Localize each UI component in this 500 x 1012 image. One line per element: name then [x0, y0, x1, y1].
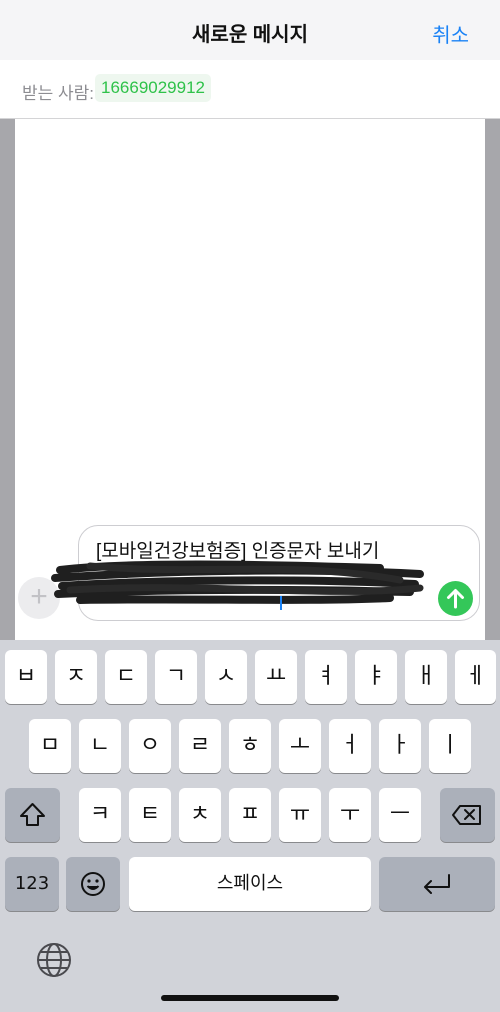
return-icon [424, 874, 450, 894]
korean-keyboard: ㅂ ㅈ ㄷ ㄱ ㅅ ㅛ ㅕ ㅑ ㅐ ㅔ ㅁ ㄴ ㅇ ㄹ ㅎ ㅗ ㅓ ㅏ ㅣ ㅋ … [0, 640, 500, 1012]
shift-icon [20, 803, 45, 826]
key-row3[interactable]: ㅠ [279, 788, 321, 842]
key-row2[interactable]: ㄴ [79, 719, 121, 773]
key-row2[interactable]: ㄹ [179, 719, 221, 773]
key-row3[interactable]: ㅡ [379, 788, 421, 842]
numbers-key[interactable]: 123 [5, 857, 59, 911]
key-row1[interactable]: ㅑ [355, 650, 397, 704]
emoji-key[interactable] [66, 857, 120, 911]
backspace-key[interactable] [440, 788, 495, 842]
new-message-screen: 새로운 메시지 취소 받는 사람: 16669029912 + [모바일건강보험… [0, 0, 500, 1012]
globe-icon[interactable] [35, 941, 73, 979]
cancel-button[interactable]: 취소 [432, 19, 469, 48]
page-title: 새로운 메시지 [192, 24, 308, 46]
key-row1[interactable]: ㄷ [105, 650, 147, 704]
key-row3[interactable]: ㅊ [179, 788, 221, 842]
key-row3[interactable]: ㅜ [329, 788, 371, 842]
key-row2[interactable]: ㅎ [229, 719, 271, 773]
key-row1[interactable]: ㅔ [455, 650, 496, 704]
key-row1[interactable]: ㄱ [155, 650, 197, 704]
redaction-scribble [51, 560, 424, 604]
recipient-chip[interactable]: 16669029912 [95, 74, 212, 102]
key-row1[interactable]: ㅕ [305, 650, 347, 704]
key-row1[interactable]: ㅂ [5, 650, 47, 704]
recipient-row[interactable]: 받는 사람: 16669029912 [0, 60, 500, 119]
key-row2[interactable]: ㅓ [329, 719, 371, 773]
key-row1[interactable]: ㅅ [205, 650, 247, 704]
recipient-label: 받는 사람: [22, 84, 95, 103]
key-row3[interactable]: ㅌ [129, 788, 171, 842]
key-row2[interactable]: ㅣ [429, 719, 471, 773]
key-row1[interactable]: ㅐ [405, 650, 447, 704]
key-row3[interactable]: ㅋ [79, 788, 121, 842]
key-row2[interactable]: ㅗ [279, 719, 321, 773]
send-icon [447, 589, 464, 609]
text-cursor [280, 596, 282, 610]
key-row2[interactable]: ㅁ [29, 719, 71, 773]
header-bar: 새로운 메시지 취소 [0, 0, 500, 60]
return-key[interactable] [379, 857, 495, 911]
key-row2[interactable]: ㅏ [379, 719, 421, 773]
key-row1[interactable]: ㅈ [55, 650, 97, 704]
key-row3[interactable]: ㅍ [229, 788, 271, 842]
home-indicator [161, 995, 339, 1001]
backspace-icon [452, 805, 481, 825]
send-button[interactable] [438, 581, 473, 616]
emoji-icon [81, 872, 105, 896]
key-row2[interactable]: ㅇ [129, 719, 171, 773]
shift-key[interactable] [5, 788, 60, 842]
key-row1[interactable]: ㅛ [255, 650, 297, 704]
space-key[interactable]: 스페이스 [129, 857, 371, 911]
